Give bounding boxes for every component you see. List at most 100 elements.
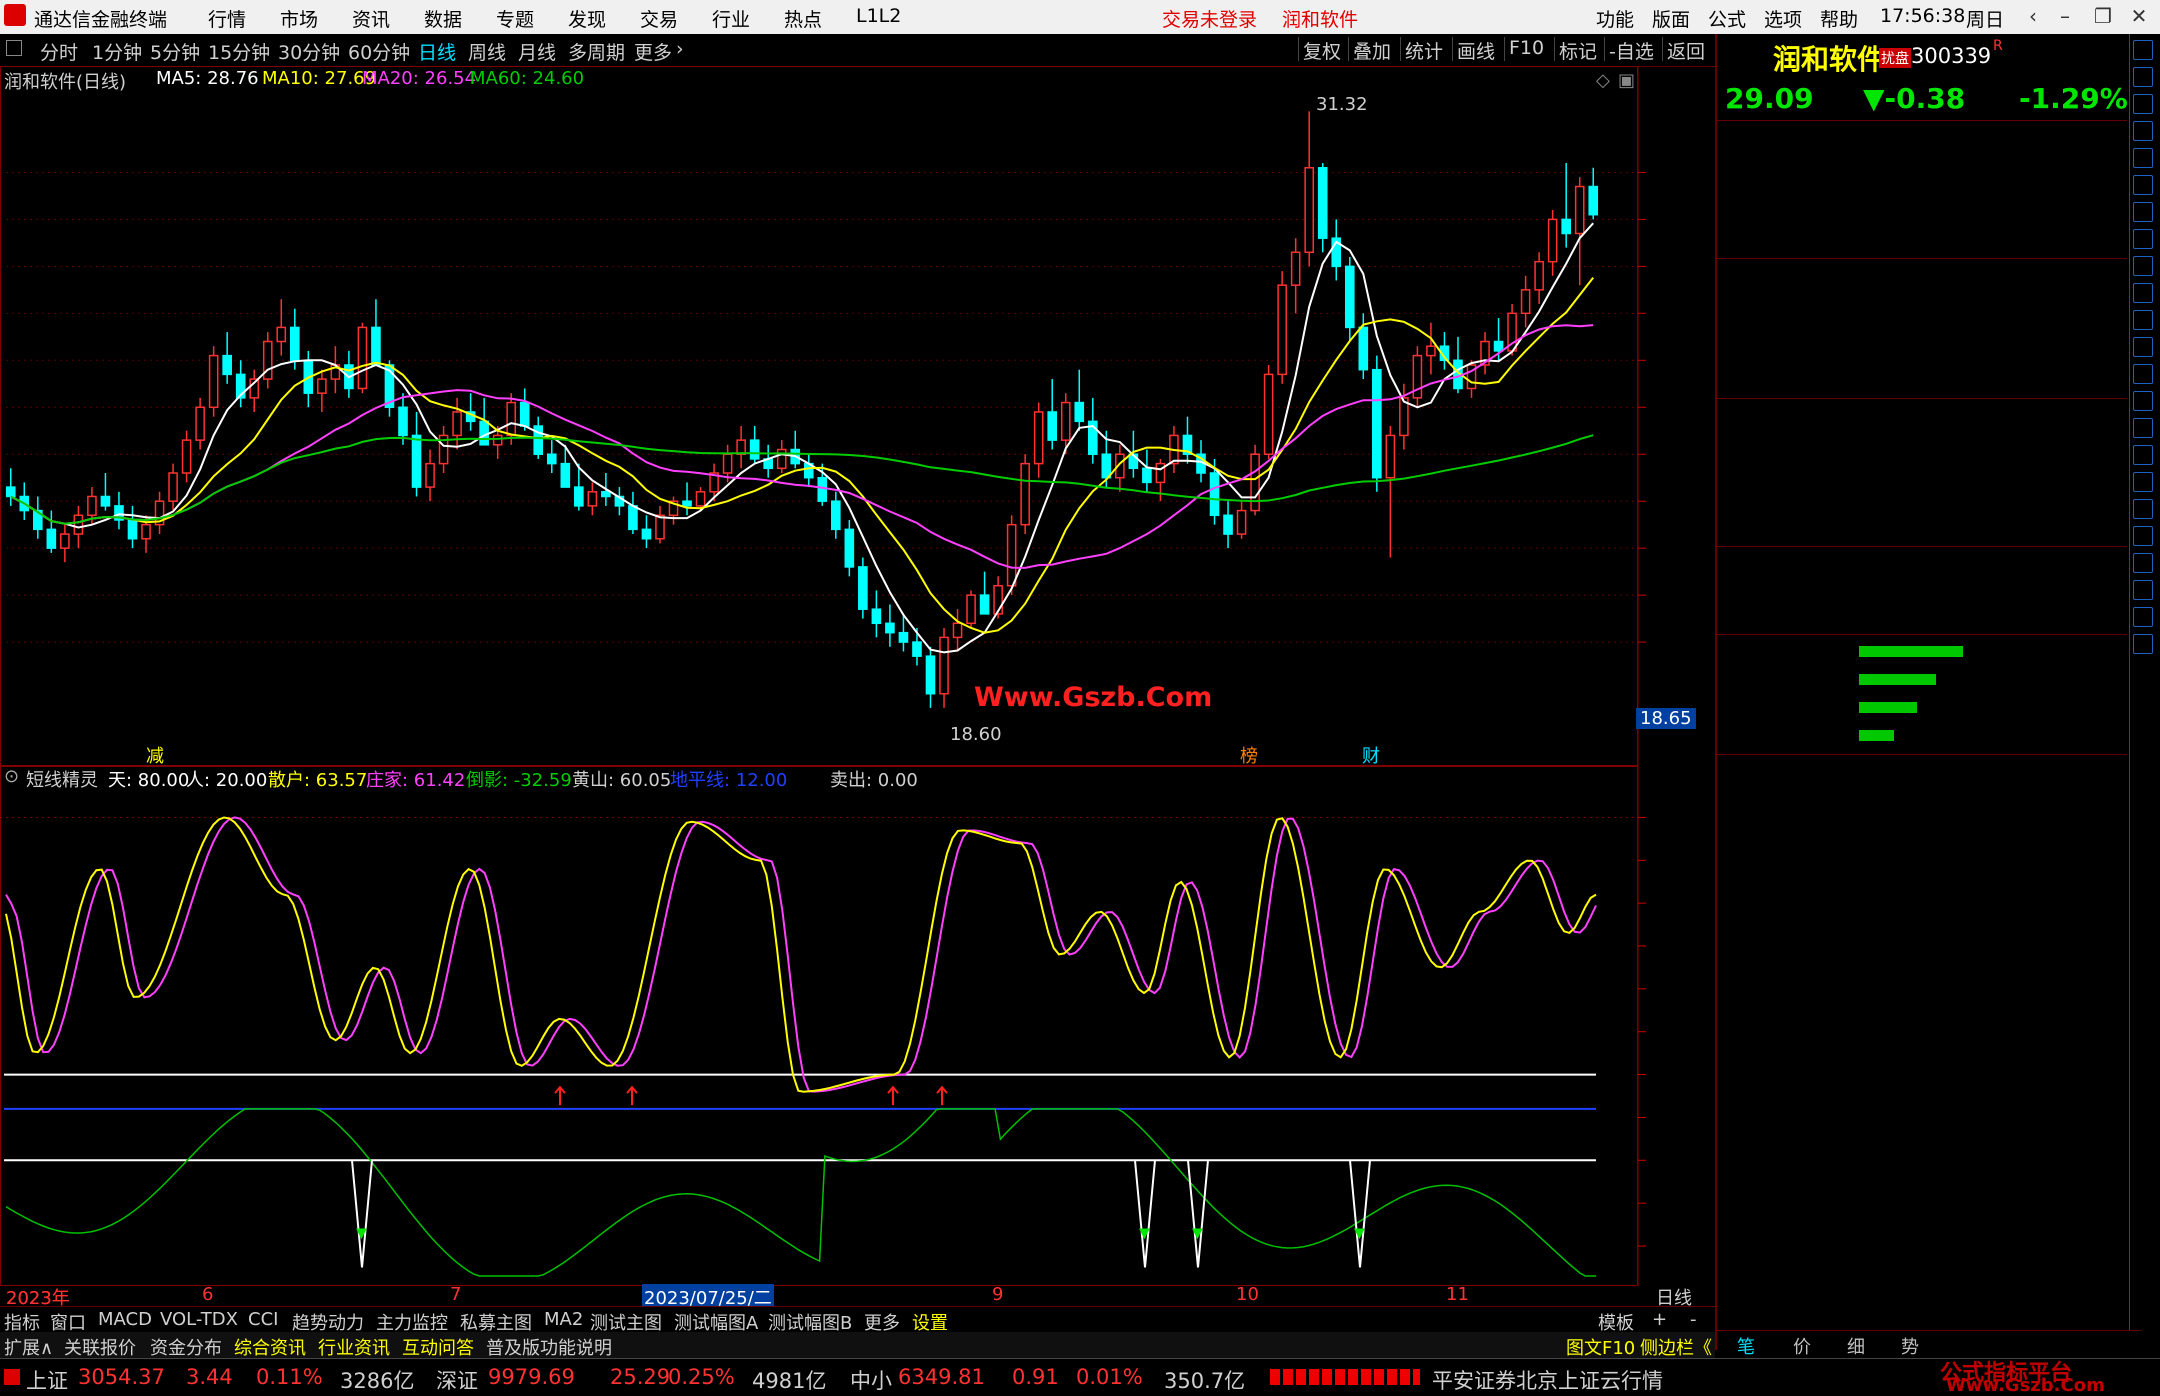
period-15min[interactable]: 15分钟 — [208, 38, 270, 65]
btn-sidebar[interactable]: 侧边栏《 — [1640, 1334, 1712, 1360]
kline-chart[interactable]: 润和软件(日线) MA5: 28.76 MA10: 27.69 MA20: 26… — [0, 66, 1715, 767]
arrow-up-icon[interactable] — [2133, 94, 2153, 114]
grid-icon[interactable] — [2133, 256, 2153, 276]
menu-l1l2[interactable]: L1L2 — [856, 5, 901, 27]
period-5min[interactable]: 5分钟 — [150, 38, 200, 65]
bar-chart-icon[interactable] — [2133, 175, 2153, 195]
btn-add-window[interactable]: + — [1652, 1309, 1667, 1330]
btn-biaoji[interactable]: 标记 — [1554, 37, 1601, 63]
list-icon[interactable] — [2133, 121, 2153, 141]
btn-diejia[interactable]: 叠加 — [1348, 37, 1395, 63]
diamond-icon[interactable]: ◇ — [1596, 70, 1610, 91]
brand-line2: Www.Gszb.Com — [1946, 1375, 2105, 1396]
menu-shichang[interactable]: 市场 — [280, 5, 318, 32]
chart-icon[interactable] — [2133, 148, 2153, 168]
menu-faxian[interactable]: 发现 — [568, 5, 606, 32]
close-icon[interactable]: ✕ — [2124, 4, 2154, 28]
tab-jia[interactable]: 价 — [1793, 1333, 1811, 1359]
chevron-right-icon[interactable]: › — [676, 38, 684, 60]
btn-f10[interactable]: F10 — [1504, 37, 1548, 61]
period-daily[interactable]: 日线 — [418, 38, 456, 65]
btn-hangyezixun[interactable]: 行业资讯 — [318, 1334, 390, 1360]
btn-pujiban[interactable]: 普及版功能说明 — [486, 1334, 612, 1360]
sort-icon[interactable] — [2133, 364, 2153, 384]
indicator-toggle-icon[interactable]: ⊙ — [4, 766, 19, 787]
table-icon[interactable] — [2133, 229, 2153, 249]
menu-banmian[interactable]: 版面 — [1652, 5, 1690, 32]
candle-body — [1372, 368, 1382, 479]
sz-label[interactable]: 深证 — [436, 1365, 478, 1395]
toggle-icon[interactable] — [6, 40, 22, 56]
candle-body — [776, 448, 787, 470]
menu-gongneng[interactable]: 功能 — [1596, 5, 1634, 32]
back-icon[interactable]: ‹ — [2018, 4, 2048, 28]
btn-hudongwenda[interactable]: 互动问答 — [402, 1334, 474, 1360]
btn-fanhui[interactable]: 返回 — [1662, 37, 1709, 63]
period-1min[interactable]: 1分钟 — [92, 38, 142, 65]
period-30min[interactable]: 30分钟 — [278, 38, 340, 65]
period-multi[interactable]: 多周期 — [568, 38, 625, 65]
btn-guanlianbaojia[interactable]: 关联报价 — [64, 1334, 136, 1360]
menu-jiaoyi[interactable]: 交易 — [640, 5, 678, 32]
btn-fuquan[interactable]: 复权 — [1298, 37, 1345, 63]
indicator-name[interactable]: 短线精灵 — [26, 766, 98, 792]
table-icon[interactable] — [2133, 337, 2153, 357]
tab-vol-tdx[interactable]: VOL-TDX — [160, 1309, 238, 1330]
sanhu-line — [5, 816, 1597, 1093]
tab-shi[interactable]: 势 — [1901, 1333, 1919, 1359]
tab-xi[interactable]: 细 — [1847, 1333, 1865, 1359]
table-icon[interactable] — [2133, 445, 2153, 465]
arrow-up-icon[interactable] — [2133, 40, 2153, 60]
tab-ma2[interactable]: MA2 — [544, 1309, 583, 1330]
menu-hangye[interactable]: 行业 — [712, 5, 750, 32]
btn-tuwen-f10[interactable]: 图文F10 — [1566, 1334, 1635, 1360]
kline-svg[interactable] — [0, 66, 1715, 766]
move-icon[interactable] — [2133, 580, 2153, 600]
btn-tongji[interactable]: 统计 — [1400, 37, 1447, 63]
table-icon[interactable] — [2133, 472, 2153, 492]
menu-gongshi[interactable]: 公式 — [1708, 5, 1746, 32]
indicator-chart[interactable]: ▼ ▼ ▼ ▼ ⊙ 短线精灵 天: 80.00 人: 20.00 散户: 63.57 … — [0, 766, 1715, 1309]
pencil-icon[interactable] — [2133, 607, 2153, 627]
rsi-icon[interactable] — [2133, 526, 2153, 546]
btn-huaxian[interactable]: 画线 — [1452, 37, 1499, 63]
menu-xuanxiang[interactable]: 选项 — [1764, 5, 1802, 32]
menu-zhuanti[interactable]: 专题 — [496, 5, 534, 32]
tab-cci[interactable]: CCI — [248, 1309, 278, 1330]
menu-hangqing[interactable]: 行情 — [208, 5, 246, 32]
period-weekly[interactable]: 周线 — [468, 38, 506, 65]
candle-body — [587, 491, 598, 507]
f10-icon[interactable] — [2133, 310, 2153, 330]
settings-icon[interactable] — [2133, 553, 2153, 573]
btn-expand[interactable]: 扩展∧ — [4, 1334, 53, 1360]
period-60min[interactable]: 60分钟 — [348, 38, 410, 65]
tab-macd[interactable]: MACD — [98, 1309, 152, 1330]
menu-redian[interactable]: 热点 — [784, 5, 822, 32]
btn-zonghezixun[interactable]: 综合资讯 — [234, 1334, 306, 1360]
menu-zixun[interactable]: 资讯 — [352, 5, 390, 32]
menu-shuju[interactable]: 数据 — [424, 5, 462, 32]
sh-label[interactable]: 上证 — [26, 1365, 68, 1395]
chart-line-icon[interactable] — [2133, 202, 2153, 222]
btn-zijinfenbu[interactable]: 资金分布 — [150, 1334, 222, 1360]
tab-bi[interactable]: 笔 — [1737, 1333, 1755, 1359]
indicator-tabs: 指标 窗口 MACD VOL-TDX CCI 趋势动力 主力监控 私募主图 MA… — [0, 1306, 1715, 1334]
menu-bangzhu[interactable]: 帮助 — [1820, 5, 1858, 32]
period-monthly[interactable]: 月线 — [518, 38, 556, 65]
arrow-down-icon[interactable] — [2133, 67, 2153, 87]
btn-zixuan[interactable]: -自选 — [1604, 37, 1658, 63]
chart-icon[interactable] — [2133, 499, 2153, 519]
indicator-svg[interactable]: ▼ ▼ ▼ ▼ — [0, 766, 1715, 1286]
period-fenshi[interactable]: 分时 — [40, 38, 78, 65]
restore-icon[interactable]: ❐ — [2088, 4, 2118, 28]
minimize-icon[interactable]: – — [2050, 4, 2080, 28]
btn-remove-window[interactable]: - — [1690, 1309, 1697, 1330]
table-icon[interactable] — [2133, 283, 2153, 303]
period-more[interactable]: 更多 — [634, 38, 672, 65]
grid-icon[interactable]: ▣ — [1618, 70, 1635, 91]
table-icon[interactable] — [2133, 391, 2153, 411]
table-icon[interactable] — [2133, 634, 2153, 654]
zx-label[interactable]: 中小 — [850, 1365, 892, 1395]
f2-icon[interactable] — [2133, 418, 2153, 438]
login-notice[interactable]: 交易未登录 — [1162, 5, 1257, 32]
